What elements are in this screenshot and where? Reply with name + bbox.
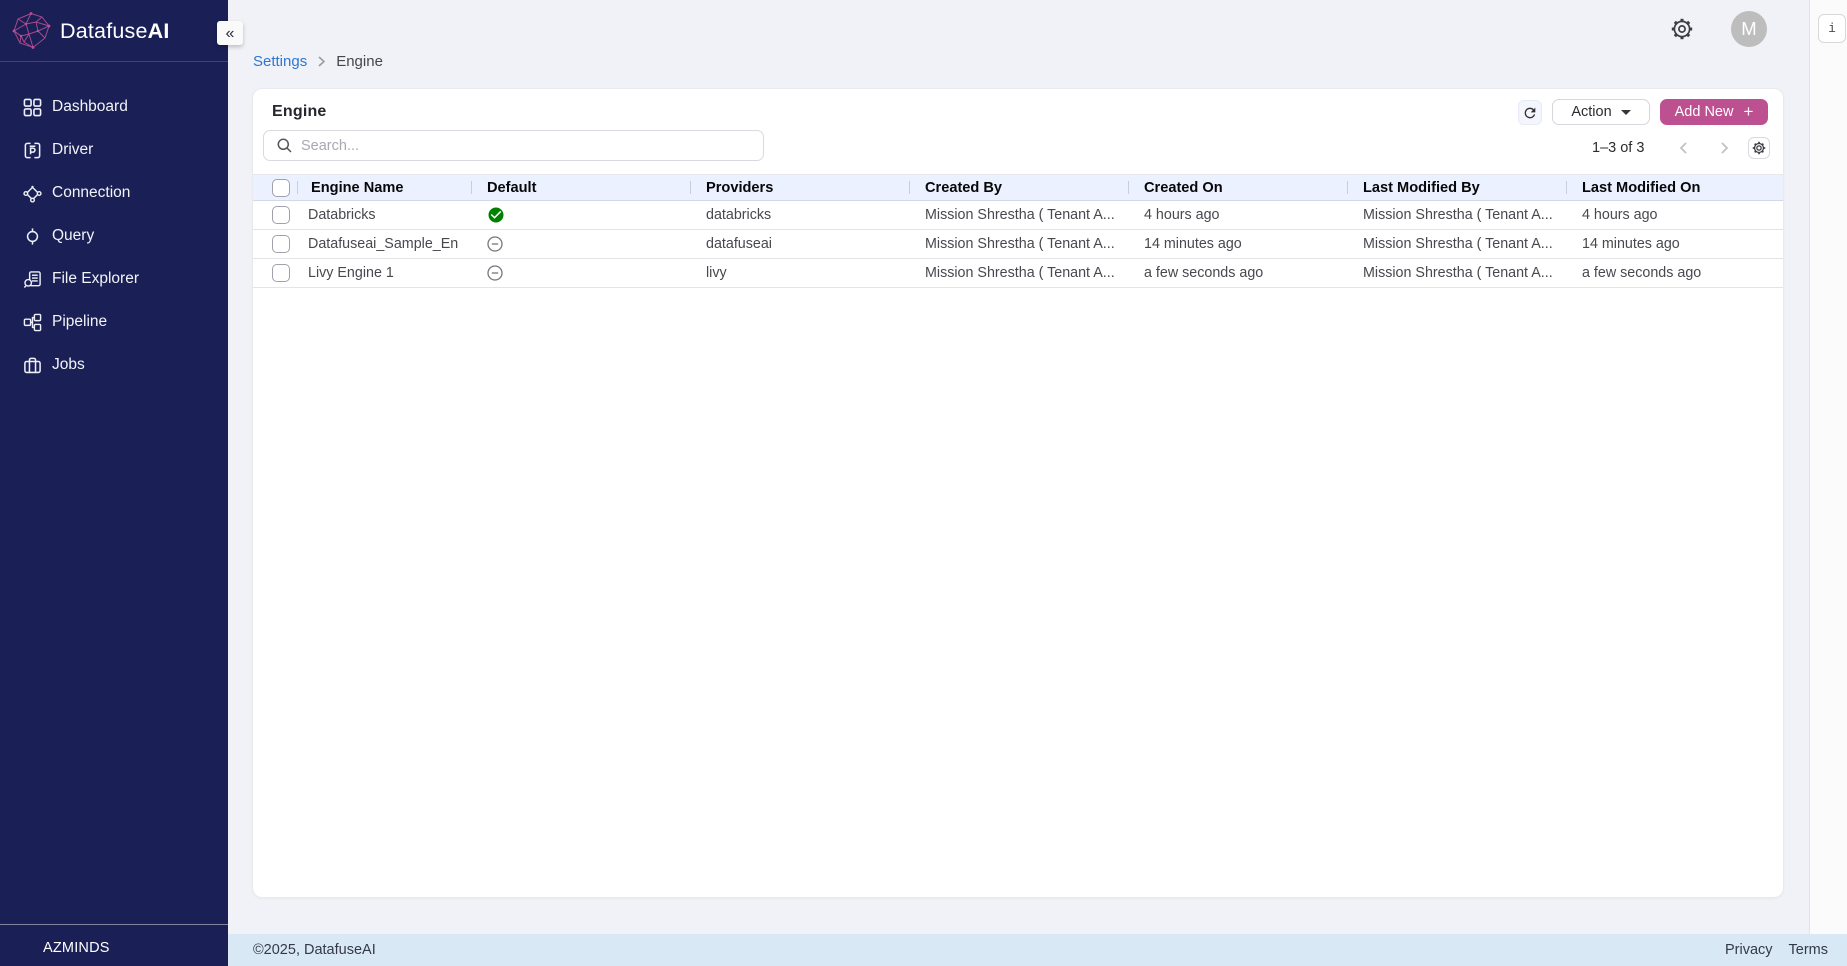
caret-down-icon <box>1621 110 1631 115</box>
cell-modified-by: Mission Shrestha ( Tenant A... <box>1347 259 1566 287</box>
sidebar-item-label: Jobs <box>52 356 85 374</box>
cell-created-on: 14 minutes ago <box>1128 230 1347 258</box>
right-side-panel: i <box>1809 0 1847 934</box>
search-box <box>263 130 764 161</box>
sidebar-divider <box>0 61 228 62</box>
default-on-icon <box>487 206 505 224</box>
select-all-checkbox[interactable] <box>272 179 290 197</box>
footer-privacy-link[interactable]: Privacy <box>1725 942 1773 958</box>
sidebar-footer-label: AZMINDS <box>43 940 110 956</box>
sidebar-item-label: Query <box>52 227 94 245</box>
breadcrumb-chevron-icon <box>318 56 325 67</box>
action-button[interactable]: Action <box>1552 99 1650 125</box>
refresh-button[interactable] <box>1518 100 1542 125</box>
col-header-last-modified-on[interactable]: Last Modified On <box>1566 175 1785 200</box>
footer-copyright: ©2025, DatafuseAI <box>253 942 376 958</box>
col-header-created-on[interactable]: Created On <box>1128 175 1347 200</box>
cell-default <box>471 201 690 229</box>
pagination-prev-icon[interactable] <box>1677 141 1691 155</box>
table-row[interactable]: Databricks databricks Mission Shrestha (… <box>253 201 1783 230</box>
cell-default <box>471 259 690 287</box>
page-footer: ©2025, DatafuseAI Privacy Terms <box>228 934 1847 966</box>
settings-gear-icon[interactable] <box>1671 18 1693 40</box>
add-new-button[interactable]: Add New + <box>1660 99 1768 125</box>
sidebar-item-jobs[interactable]: Jobs <box>0 346 228 384</box>
cell-created-on: 4 hours ago <box>1128 201 1347 229</box>
sidebar-item-label: Driver <box>52 141 93 159</box>
table-row[interactable]: Livy Engine 1 livy Mission Shrestha ( Te… <box>253 259 1783 288</box>
breadcrumb-current: Engine <box>336 53 383 70</box>
query-icon <box>22 226 42 246</box>
cell-modified-on: 14 minutes ago <box>1566 230 1785 258</box>
table-row[interactable]: Datafuseai_Sample_En datafuseai Mission … <box>253 230 1783 259</box>
table-header-row: Engine Name Default Providers Created By… <box>253 174 1783 201</box>
cell-modified-on: a few seconds ago <box>1566 259 1785 287</box>
sidebar-item-label: Connection <box>52 184 130 202</box>
row-checkbox[interactable] <box>272 235 290 253</box>
default-off-icon <box>487 236 503 252</box>
sidebar: DatafuseAI Dashboard Driver <box>0 0 228 966</box>
action-button-label: Action <box>1571 104 1611 120</box>
cell-provider: databricks <box>690 201 909 229</box>
add-new-button-label: Add New <box>1675 104 1734 120</box>
file-explorer-icon <box>22 269 42 289</box>
col-header-last-modified-by[interactable]: Last Modified By <box>1347 175 1566 200</box>
default-off-icon <box>487 265 503 281</box>
sidebar-footer-divider <box>0 924 228 925</box>
sidebar-collapse-button[interactable]: « <box>217 21 243 45</box>
sidebar-item-file-explorer[interactable]: File Explorer <box>0 260 228 298</box>
sidebar-item-driver[interactable]: Driver <box>0 131 228 169</box>
info-button[interactable]: i <box>1818 14 1846 43</box>
col-header-providers[interactable]: Providers <box>690 175 909 200</box>
page-title: Engine <box>272 103 327 121</box>
jobs-icon <box>22 355 42 375</box>
plus-icon: + <box>1743 103 1753 120</box>
cell-default <box>471 230 690 258</box>
brand-name: DatafuseAI <box>60 19 170 44</box>
engine-table: Engine Name Default Providers Created By… <box>253 174 1783 288</box>
cell-created-by: Mission Shrestha ( Tenant A... <box>909 259 1128 287</box>
brand-logo-icon <box>12 12 51 50</box>
pagination-next-icon[interactable] <box>1717 141 1731 155</box>
cell-created-on: a few seconds ago <box>1128 259 1347 287</box>
footer-terms-link[interactable]: Terms <box>1789 942 1828 958</box>
avatar[interactable]: M <box>1731 11 1767 47</box>
cell-created-by: Mission Shrestha ( Tenant A... <box>909 201 1128 229</box>
table-settings-gear-icon[interactable] <box>1748 137 1770 159</box>
search-input[interactable] <box>301 138 741 154</box>
pagination-range: 1–3 of 3 <box>1592 140 1644 156</box>
sidebar-item-connection[interactable]: Connection <box>0 174 228 212</box>
search-icon <box>277 138 292 153</box>
row-checkbox[interactable] <box>272 206 290 224</box>
brand-logo: DatafuseAI <box>12 11 170 51</box>
pipeline-icon <box>22 312 42 332</box>
cell-created-by: Mission Shrestha ( Tenant A... <box>909 230 1128 258</box>
col-header-engine-name[interactable]: Engine Name <box>297 175 471 200</box>
engine-card: Engine Action Add New + 1–3 of 3 <box>252 88 1784 898</box>
sidebar-item-label: Pipeline <box>52 313 107 331</box>
cell-engine-name: Databricks <box>297 201 471 229</box>
sidebar-item-pipeline[interactable]: Pipeline <box>0 303 228 341</box>
breadcrumb: Settings Engine <box>253 53 383 70</box>
sidebar-nav: Dashboard Driver <box>0 88 228 389</box>
cell-engine-name: Datafuseai_Sample_En <box>297 230 471 258</box>
cell-modified-on: 4 hours ago <box>1566 201 1785 229</box>
driver-icon <box>22 140 42 160</box>
sidebar-item-label: Dashboard <box>52 98 128 116</box>
dashboard-grid-icon <box>22 97 42 117</box>
cell-modified-by: Mission Shrestha ( Tenant A... <box>1347 230 1566 258</box>
sidebar-item-label: File Explorer <box>52 270 139 288</box>
col-header-default[interactable]: Default <box>471 175 690 200</box>
col-header-created-by[interactable]: Created By <box>909 175 1128 200</box>
sidebar-item-dashboard[interactable]: Dashboard <box>0 88 228 126</box>
cell-engine-name: Livy Engine 1 <box>297 259 471 287</box>
breadcrumb-settings-link[interactable]: Settings <box>253 53 307 70</box>
sidebar-item-query[interactable]: Query <box>0 217 228 255</box>
cell-provider: livy <box>690 259 909 287</box>
connection-icon <box>22 183 42 203</box>
cell-provider: datafuseai <box>690 230 909 258</box>
cell-modified-by: Mission Shrestha ( Tenant A... <box>1347 201 1566 229</box>
row-checkbox[interactable] <box>272 264 290 282</box>
